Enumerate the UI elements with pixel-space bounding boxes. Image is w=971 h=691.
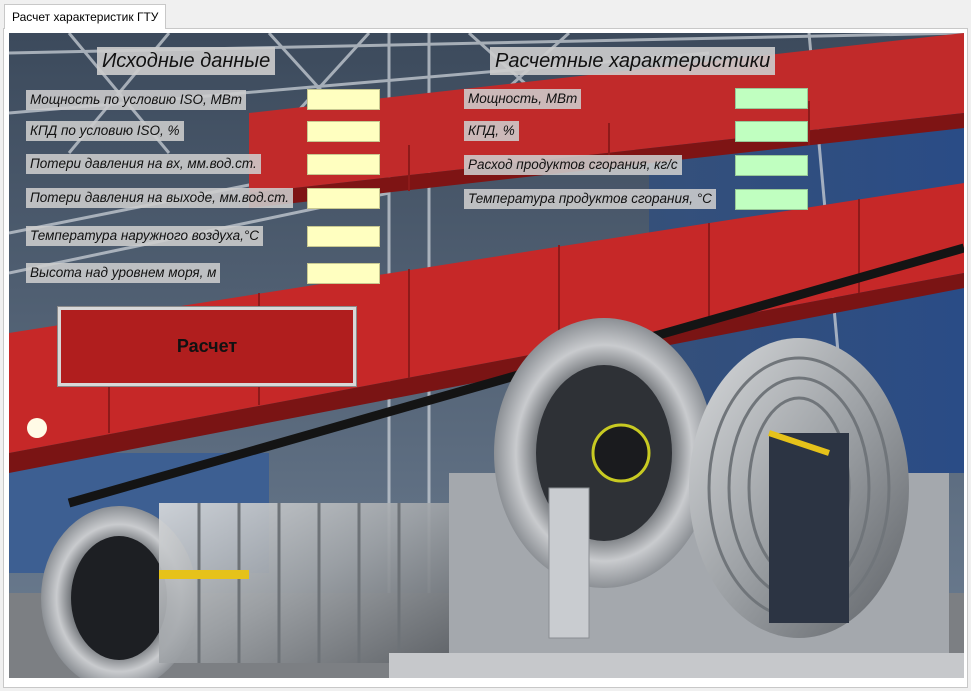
outlet-pressure-loss-label: Потери давления на выходе, мм.вод.ст.: [26, 188, 293, 208]
power-label: Мощность, МВт: [464, 89, 582, 109]
app-window: Расчет характеристик ГТУ Исходные данные…: [0, 0, 971, 691]
calculate-button[interactable]: Расчет: [57, 306, 357, 387]
iso-power-label: Мощность по условию ISO, МВт: [26, 90, 247, 110]
altitude-input[interactable]: [307, 263, 380, 284]
iso-efficiency-input[interactable]: [307, 121, 380, 142]
ambient-temperature-input[interactable]: [307, 226, 380, 247]
inlet-pressure-loss-input[interactable]: [307, 154, 380, 175]
exhaust-flow-output[interactable]: [735, 155, 808, 176]
efficiency-output[interactable]: [735, 121, 808, 142]
exhaust-temperature-label: Температура продуктов сгорания, °С: [464, 189, 716, 209]
exhaust-temperature-output[interactable]: [735, 189, 808, 210]
ambient-temperature-label: Температура наружного воздуха,°С: [26, 226, 264, 246]
inlet-pressure-loss-label: Потери давления на вх, мм.вод.ст.: [26, 154, 261, 174]
outlet-pressure-loss-input[interactable]: [307, 188, 380, 209]
output-section-title: Расчетные характеристики: [490, 47, 776, 75]
input-section-title: Исходные данные: [97, 47, 276, 75]
power-output[interactable]: [735, 88, 808, 109]
efficiency-label: КПД, %: [464, 121, 519, 141]
altitude-label: Высота над уровнем моря, м: [26, 263, 221, 283]
iso-power-input[interactable]: [307, 89, 380, 110]
iso-efficiency-label: КПД по условию ISO, %: [26, 121, 184, 141]
tab-gtu-calculation[interactable]: Расчет характеристик ГТУ: [4, 4, 167, 29]
exhaust-flow-label: Расход продуктов сгорания, кг/с: [464, 155, 682, 175]
